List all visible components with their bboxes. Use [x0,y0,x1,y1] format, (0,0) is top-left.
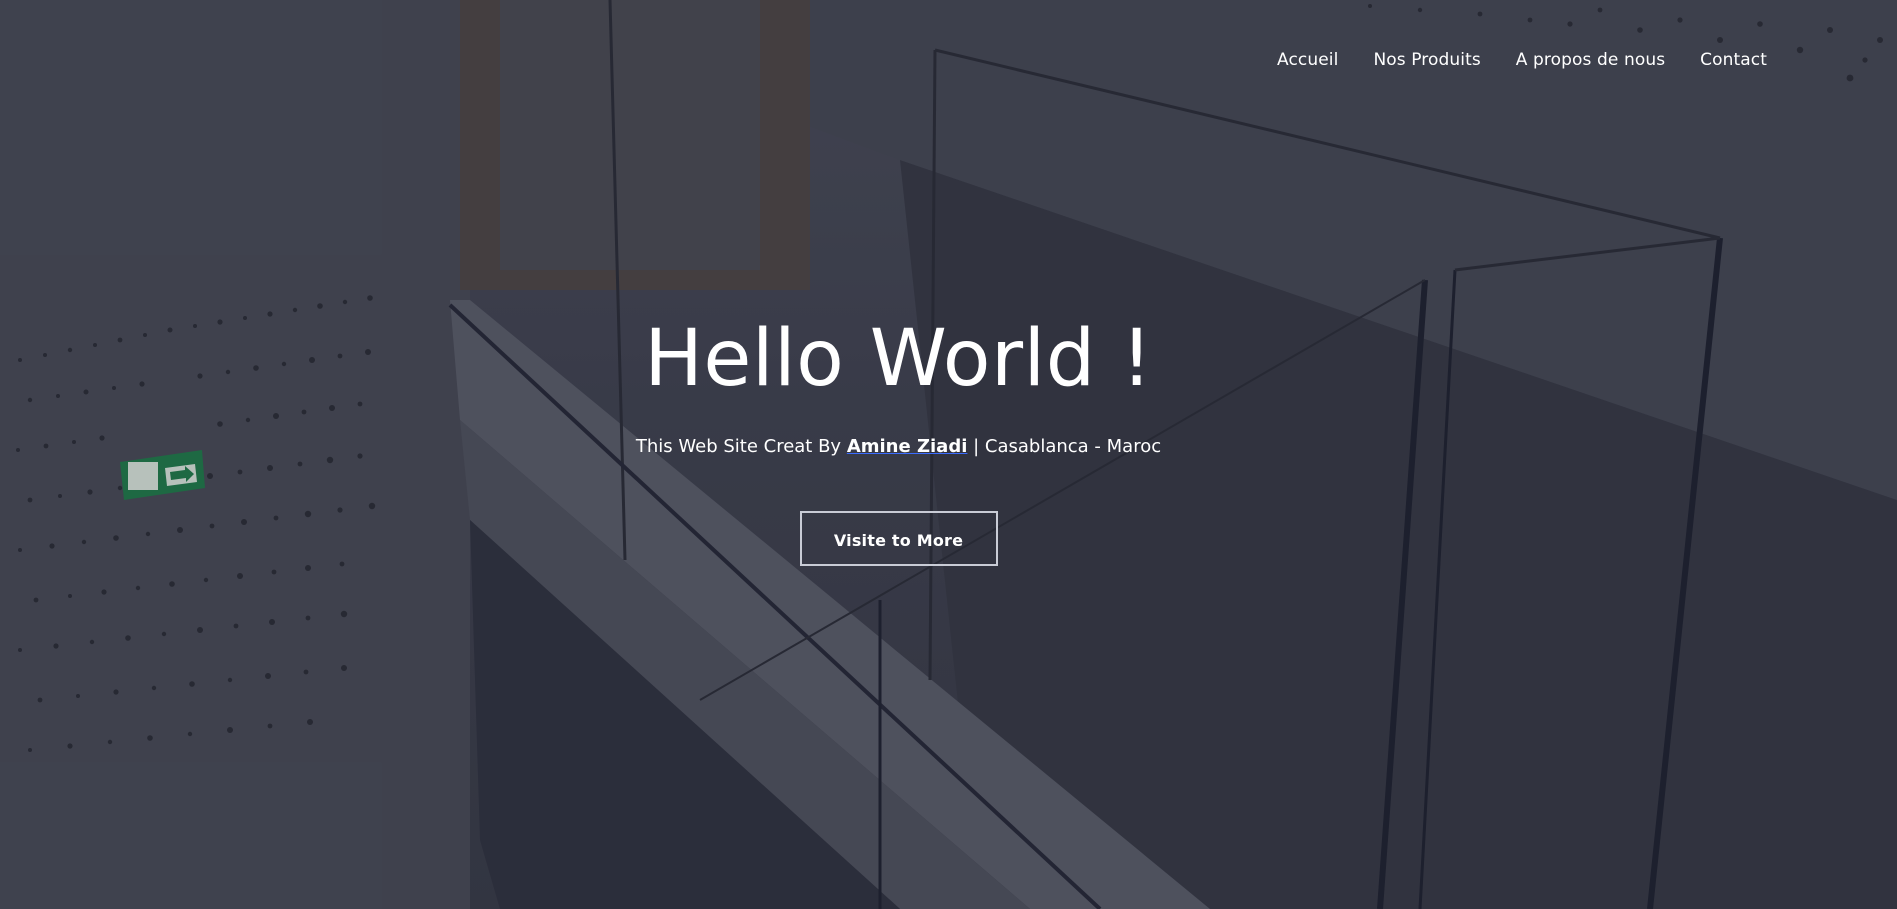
visit-more-button[interactable]: Visite to More [799,511,998,566]
hero-title: Hello World ! [644,314,1153,404]
hero-subtitle: This Web Site Creat By Amine Ziadi | Cas… [0,436,1847,457]
top-navigation: Accueil Nos Produits A propos de nous Co… [1277,50,1767,70]
subtitle-suffix: | Casablanca - Maroc [967,436,1162,457]
subtitle-prefix: This Web Site Creat By [635,436,847,457]
author-link[interactable]: Amine Ziadi [847,436,968,457]
nav-link-nos-produits[interactable]: Nos Produits [1373,50,1480,70]
hero-section: Accueil Nos Produits A propos de nous Co… [0,0,1897,909]
hero-content: Hello World ! This Web Site Creat By Ami… [0,320,1897,566]
nav-link-contact[interactable]: Contact [1700,50,1767,70]
nav-link-a-propos[interactable]: A propos de nous [1516,50,1665,70]
nav-link-accueil[interactable]: Accueil [1277,50,1338,70]
